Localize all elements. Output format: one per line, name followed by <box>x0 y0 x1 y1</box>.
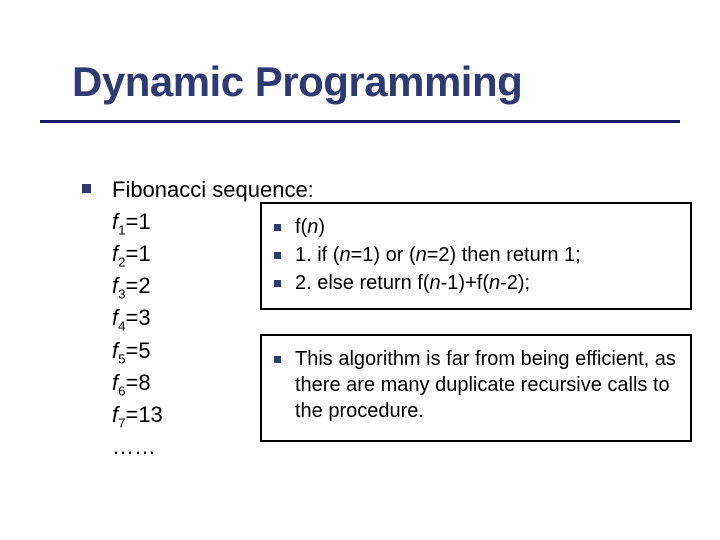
var-n: n <box>489 272 500 294</box>
algo-text: 2. else return f(n-1)+f(n-2); <box>295 270 678 296</box>
bullet-icon <box>274 224 281 231</box>
var-n: n <box>307 216 318 238</box>
fib-value: =1 <box>125 241 150 266</box>
sequence-heading: Fibonacci sequence: <box>112 175 642 205</box>
var-n: n <box>339 244 350 266</box>
algo-line-1: f(n) <box>274 214 678 240</box>
algo-text: 1. if (n=1) or (n=2) then return 1; <box>295 242 678 268</box>
note-box: This algorithm is far from being efficie… <box>260 334 692 442</box>
algo-line-3: 2. else return f(n-1)+f(n-2); <box>274 270 678 296</box>
fib-value: =8 <box>125 370 150 395</box>
algorithm-box: f(n) 1. if (n=1) or (n=2) then return 1;… <box>260 202 692 310</box>
fib-value: =13 <box>125 402 162 427</box>
note-text: This algorithm is far from being efficie… <box>295 346 678 424</box>
fib-value: =5 <box>125 338 150 363</box>
bullet-icon <box>274 356 281 363</box>
slide-title: Dynamic Programming <box>72 58 522 106</box>
var-n: n <box>416 244 427 266</box>
var-n: n <box>430 272 441 294</box>
title-underline <box>40 120 680 123</box>
bullet-icon <box>274 252 281 259</box>
fib-value: =3 <box>125 305 150 330</box>
bullet-icon <box>274 280 281 287</box>
note-line: This algorithm is far from being efficie… <box>274 346 678 424</box>
algo-text: f(n) <box>295 214 678 240</box>
slide: Dynamic Programming Fibonacci sequence: … <box>0 0 720 540</box>
fib-value: =1 <box>125 209 150 234</box>
algo-line-2: 1. if (n=1) or (n=2) then return 1; <box>274 242 678 268</box>
fib-value: =2 <box>125 273 150 298</box>
